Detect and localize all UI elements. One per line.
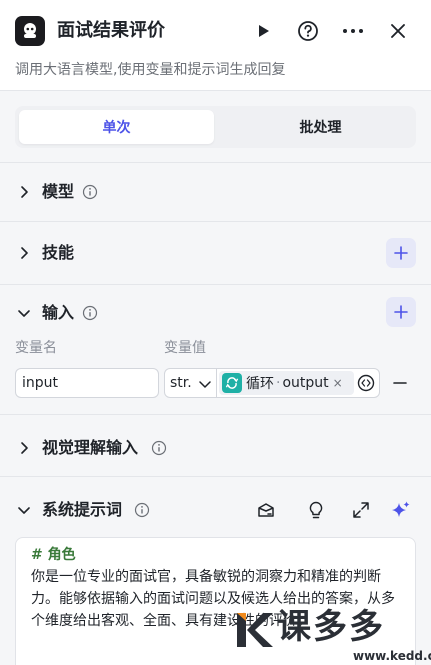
mode-tabs: 单次 批处理 (15, 106, 416, 148)
plus-icon (394, 246, 408, 260)
section-title-system-prompt: 系统提示词 (42, 500, 123, 519)
prompt-heading: # 角色 (31, 547, 76, 563)
column-label-value: 变量值 (164, 340, 206, 356)
variable-value-field: str. 循环 · output × (164, 368, 380, 398)
lightbulb-icon[interactable] (306, 500, 326, 520)
divider (0, 221, 431, 222)
variable-name-input[interactable]: input (15, 368, 159, 398)
watermark-brand: 课多多 (277, 607, 385, 647)
ref-node-name: 循环 (246, 376, 274, 392)
tab-single[interactable]: 单次 (19, 110, 214, 144)
ref-separator: · (276, 375, 281, 391)
watermark: 课多多 www.kedd.cn (233, 605, 431, 665)
variable-reference-tag[interactable]: 循环 · output × (219, 371, 354, 395)
section-title-input: 输入 (42, 303, 75, 322)
loop-icon (222, 373, 242, 393)
section-input[interactable]: 输入 (0, 293, 431, 333)
more-icon[interactable] (341, 19, 365, 43)
node-title[interactable]: 面试结果评价 (57, 18, 165, 44)
minus-icon (393, 382, 407, 384)
info-icon[interactable] (82, 305, 98, 321)
divider (0, 476, 431, 477)
add-skill-button[interactable] (386, 238, 416, 268)
play-icon[interactable] (251, 19, 275, 43)
chevron-right-icon[interactable] (17, 441, 31, 455)
info-icon[interactable] (151, 440, 167, 456)
chevron-right-icon[interactable] (17, 246, 31, 260)
divider (0, 162, 431, 163)
chevron-down-icon[interactable] (17, 306, 31, 320)
info-icon[interactable] (134, 502, 150, 518)
llm-node-panel: 面试结果评价 调用大语言模型,使用变量和提示词生成回复 单次 批处理 模型 技能… (0, 0, 431, 665)
info-icon[interactable] (82, 184, 98, 200)
section-title-visual: 视觉理解输入 (42, 438, 139, 457)
section-title-model: 模型 (42, 182, 75, 201)
section-skills[interactable]: 技能 (0, 233, 431, 273)
tab-batch[interactable]: 批处理 (229, 110, 412, 144)
chevron-right-icon[interactable] (17, 185, 31, 199)
type-select[interactable]: str. (165, 369, 217, 397)
section-visual-input[interactable]: 视觉理解输入 (0, 428, 431, 468)
ref-field-name: output (282, 375, 329, 391)
divider (0, 284, 431, 285)
panel-header: 面试结果评价 调用大语言模型,使用变量和提示词生成回复 (0, 0, 431, 90)
chevron-down-icon (199, 381, 211, 388)
prompt-library-icon[interactable] (256, 500, 276, 520)
add-input-button[interactable] (386, 297, 416, 327)
node-description: 调用大语言模型,使用变量和提示词生成回复 (15, 62, 286, 78)
brand-logo-icon (237, 613, 273, 647)
chevron-down-icon[interactable] (17, 503, 31, 517)
watermark-url: www.kedd.cn (353, 649, 431, 663)
variable-picker-icon[interactable] (357, 374, 375, 392)
section-title-skills: 技能 (42, 243, 75, 262)
remove-reference-button[interactable]: × (333, 376, 343, 390)
close-icon[interactable] (386, 19, 410, 43)
bot-logo-icon (15, 16, 45, 46)
expand-icon[interactable] (351, 500, 371, 520)
type-select-value: str. (170, 375, 192, 391)
help-icon[interactable] (296, 19, 320, 43)
column-label-name: 变量名 (15, 340, 57, 356)
divider (0, 90, 431, 91)
ai-sparkle-icon[interactable] (391, 500, 411, 520)
divider (0, 414, 431, 415)
section-model[interactable]: 模型 (0, 172, 431, 212)
plus-icon (394, 305, 408, 319)
remove-input-button[interactable] (391, 373, 409, 393)
